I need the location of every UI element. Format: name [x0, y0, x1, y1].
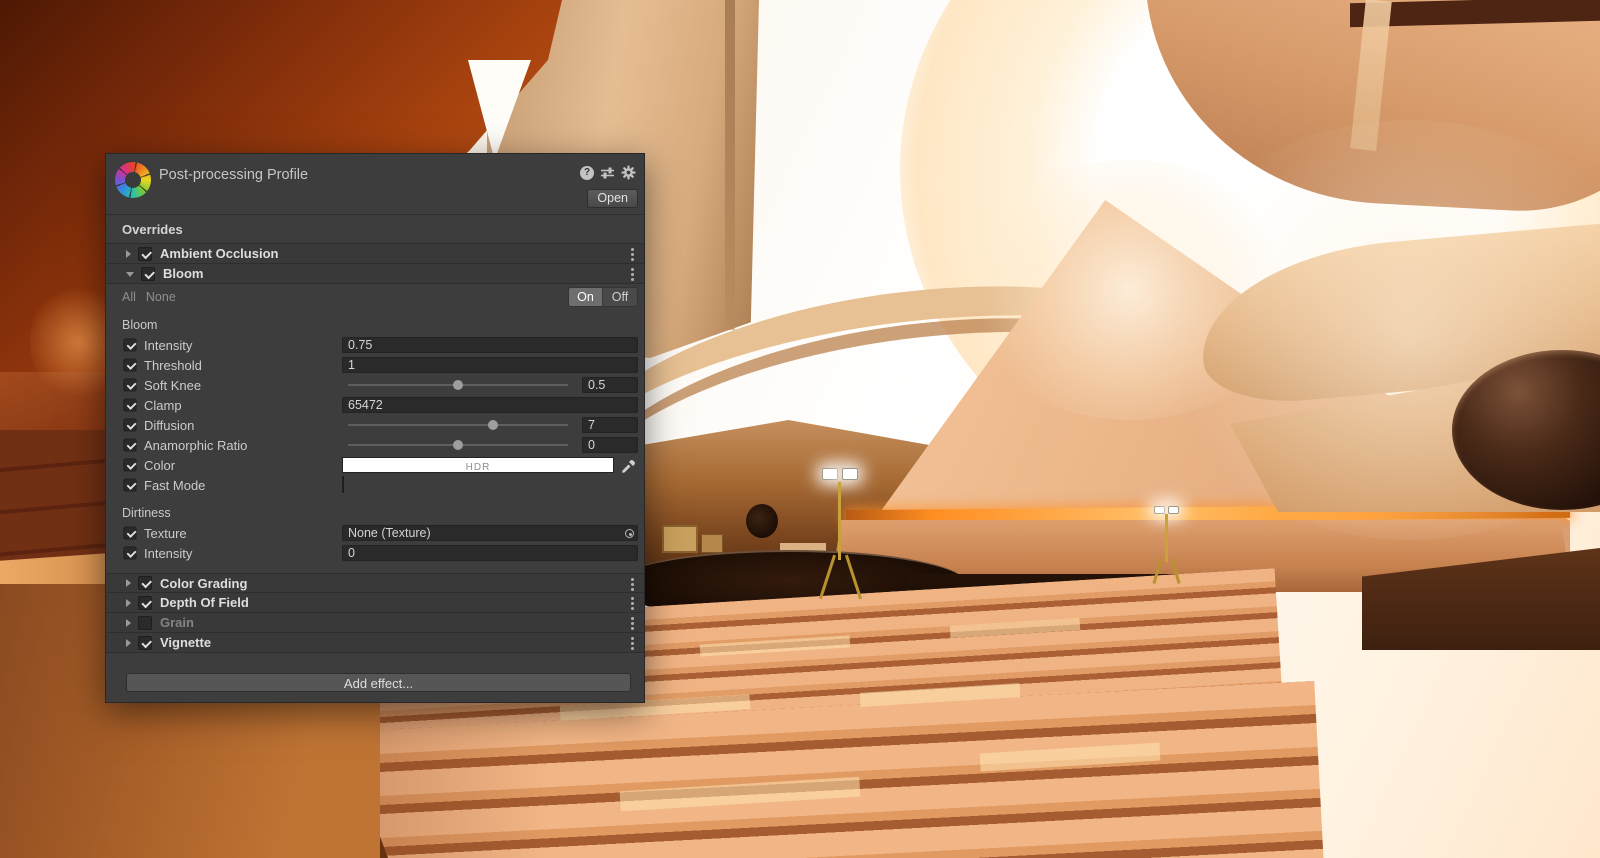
gear-icon[interactable]	[621, 165, 636, 180]
property-row-fast-mode: Fast Mode	[106, 475, 644, 495]
property-row-dirt-intensity: Intensity 0	[106, 543, 644, 563]
off-button[interactable]: Off	[603, 288, 637, 306]
object-picker-icon[interactable]	[625, 529, 634, 538]
effect-row-bloom[interactable]: Bloom	[106, 264, 644, 284]
on-button[interactable]: On	[569, 288, 603, 306]
texture-object-field[interactable]: None (Texture)	[342, 525, 638, 541]
fast-mode-value-checkbox[interactable]	[342, 476, 344, 493]
effect-name: Grain	[160, 615, 194, 630]
threshold-input[interactable]: 1	[342, 357, 638, 373]
property-row-dirt-texture: Texture None (Texture)	[106, 523, 644, 543]
foldout-arrow-icon[interactable]	[126, 599, 131, 607]
slider-handle[interactable]	[453, 380, 463, 390]
threshold-override-checkbox[interactable]	[123, 358, 136, 371]
color-swatch[interactable]: HDR	[342, 457, 614, 473]
depth-of-field-checkbox[interactable]	[138, 596, 152, 610]
panel-header: Post-processing Profile ?	[106, 154, 644, 214]
effect-name: Color Grading	[160, 576, 247, 591]
presets-icon[interactable]	[600, 166, 615, 180]
tripod-worklight-2	[1146, 504, 1194, 584]
unity-editor-screenshot: Post-processing Profile ?	[0, 0, 1600, 858]
more-options-icon[interactable]	[631, 617, 634, 620]
post-processing-profile-panel: Post-processing Profile ?	[105, 153, 645, 703]
tower-seam	[725, 0, 735, 330]
help-icon[interactable]: ?	[580, 166, 594, 180]
grain-checkbox[interactable]	[138, 616, 152, 630]
tripod-worklight	[808, 462, 880, 602]
post-processing-aperture-icon	[115, 162, 151, 198]
panel-title: Post-processing Profile	[159, 167, 308, 183]
foldout-arrow-icon[interactable]	[126, 250, 131, 258]
property-row-color: Color HDR	[106, 455, 644, 475]
effect-row-depth-of-field[interactable]: Depth Of Field	[106, 593, 644, 613]
bloom-group-label: Bloom	[106, 309, 644, 335]
open-button[interactable]: Open	[587, 189, 638, 208]
more-options-icon[interactable]	[631, 578, 634, 581]
crate-small	[701, 534, 723, 553]
effect-name: Bloom	[163, 266, 203, 281]
dirt-intensity-input[interactable]: 0	[342, 545, 638, 561]
ambient-occlusion-checkbox[interactable]	[138, 247, 152, 261]
clamp-input[interactable]: 65472	[342, 397, 638, 413]
effect-name: Ambient Occlusion	[160, 246, 278, 261]
property-row-clamp: Clamp 65472	[106, 395, 644, 415]
fast-mode-override-checkbox[interactable]	[123, 478, 136, 491]
effect-name: Depth Of Field	[160, 595, 249, 610]
intensity-override-checkbox[interactable]	[123, 338, 136, 351]
none-link[interactable]: None	[146, 290, 176, 304]
diffusion-slider[interactable]	[342, 417, 574, 433]
intensity-input[interactable]: 0.75	[342, 337, 638, 353]
override-toggle-row: All None On Off	[106, 284, 644, 309]
dirtiness-group-label: Dirtiness	[106, 495, 644, 523]
dirt-intensity-override-checkbox[interactable]	[123, 546, 136, 559]
add-effect-button[interactable]: Add effect...	[126, 673, 631, 692]
bloom-checkbox[interactable]	[141, 267, 155, 281]
effect-name: Vignette	[160, 635, 211, 650]
diffusion-override-checkbox[interactable]	[123, 418, 136, 431]
foldout-arrow-icon[interactable]	[126, 619, 131, 627]
more-options-icon[interactable]	[631, 597, 634, 600]
slider-handle[interactable]	[453, 440, 463, 450]
hdr-tag: HDR	[466, 462, 491, 473]
soft-knee-override-checkbox[interactable]	[123, 378, 136, 391]
anamorphic-ratio-value[interactable]: 0	[582, 437, 638, 453]
effect-row-color-grading[interactable]: Color Grading	[106, 573, 644, 593]
anamorphic-override-checkbox[interactable]	[123, 438, 136, 451]
all-link[interactable]: All	[122, 290, 136, 304]
more-options-icon[interactable]	[631, 637, 634, 640]
clamp-override-checkbox[interactable]	[123, 398, 136, 411]
property-row-intensity: Intensity 0.75	[106, 335, 644, 355]
property-row-diffusion: Diffusion 7	[106, 415, 644, 435]
property-row-soft-knee: Soft Knee 0.5	[106, 375, 644, 395]
effect-row-vignette[interactable]: Vignette	[106, 633, 644, 653]
effect-row-grain[interactable]: Grain	[106, 613, 644, 633]
anamorphic-ratio-slider[interactable]	[342, 437, 574, 453]
slider-handle[interactable]	[488, 420, 498, 430]
foldout-arrow-icon[interactable]	[126, 579, 131, 587]
foldout-arrow-icon[interactable]	[126, 272, 134, 277]
overrides-header: Overrides	[106, 215, 644, 244]
soft-knee-value[interactable]: 0.5	[582, 377, 638, 393]
diffusion-value[interactable]: 7	[582, 417, 638, 433]
more-options-icon[interactable]	[631, 268, 634, 271]
eyedropper-icon[interactable]	[620, 457, 638, 473]
foldout-arrow-icon[interactable]	[126, 639, 131, 647]
color-override-checkbox[interactable]	[123, 458, 136, 471]
property-row-threshold: Threshold 1	[106, 355, 644, 375]
soft-knee-slider[interactable]	[342, 377, 574, 393]
effect-row-ambient-occlusion[interactable]: Ambient Occlusion	[106, 244, 644, 264]
vignette-checkbox[interactable]	[138, 636, 152, 650]
dirt-texture-override-checkbox[interactable]	[123, 526, 136, 539]
more-options-icon[interactable]	[631, 248, 634, 251]
dark-disc	[746, 504, 778, 538]
crate	[662, 525, 698, 553]
property-row-anamorphic-ratio: Anamorphic Ratio 0	[106, 435, 644, 455]
on-off-toggle: On Off	[568, 287, 638, 307]
color-grading-checkbox[interactable]	[138, 576, 152, 590]
